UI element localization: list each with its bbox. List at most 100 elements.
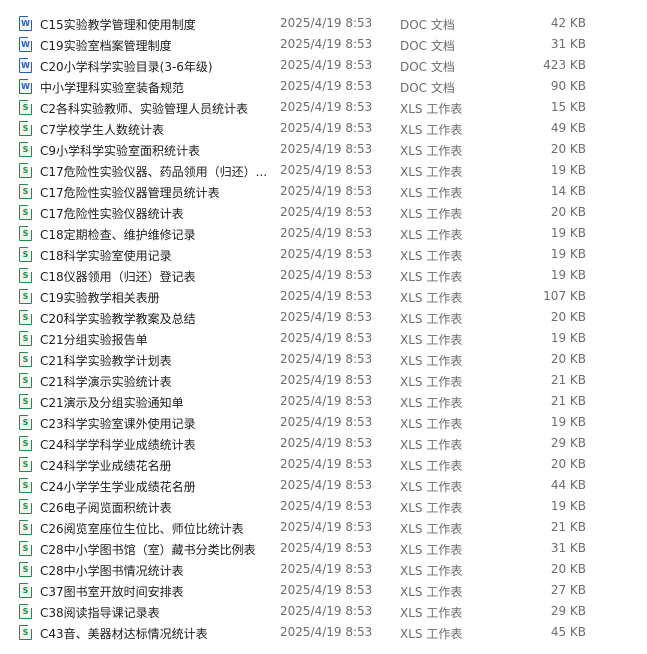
excel-sheet-icon: S: [19, 478, 32, 493]
file-row[interactable]: W C20小学科学实验目录(3-6年级) 2025/4/19 8:53 DOC 文档 4…: [0, 55, 647, 76]
file-name: C18定期检查、维护维修记录: [40, 228, 196, 242]
file-size: 21 KB: [550, 394, 586, 408]
excel-sheet-icon: S: [19, 310, 32, 325]
excel-sheet-icon: S: [19, 331, 32, 346]
file-row[interactable]: S C38阅读指导课记录表 2025/4/19 8:53 XLS 工作表 29 KB: [0, 601, 647, 622]
file-row[interactable]: W C19实验室档案管理制度 2025/4/19 8:53 DOC 文档 31 KB: [0, 34, 647, 55]
file-modified-date: 2025/4/19 8:53: [280, 604, 373, 618]
file-size: 14 KB: [550, 184, 586, 198]
file-name: C20小学科学实验目录(3-6年级): [40, 60, 213, 74]
excel-sheet-icon: S: [19, 205, 32, 220]
file-type: XLS 工作表: [400, 564, 463, 578]
file-name: C17危险性实验仪器统计表: [40, 207, 184, 221]
file-type: XLS 工作表: [400, 207, 463, 221]
file-size: 20 KB: [550, 352, 586, 366]
file-row[interactable]: S C24科学学科学业成绩统计表 2025/4/19 8:53 XLS 工作表 29 K…: [0, 433, 647, 454]
file-row[interactable]: S C21演示及分组实验通知单 2025/4/19 8:53 XLS 工作表 21 KB: [0, 391, 647, 412]
file-size: 20 KB: [550, 205, 586, 219]
file-row[interactable]: S C17危险性实验仪器管理员统计表 2025/4/19 8:53 XLS 工作表 14…: [0, 181, 647, 202]
file-size: 21 KB: [550, 520, 586, 534]
file-type: XLS 工作表: [400, 102, 463, 116]
file-modified-date: 2025/4/19 8:53: [280, 268, 373, 282]
file-size: 49 KB: [550, 121, 586, 135]
file-modified-date: 2025/4/19 8:53: [280, 142, 373, 156]
word-doc-icon: W: [19, 37, 32, 52]
file-modified-date: 2025/4/19 8:53: [280, 520, 373, 534]
file-name: C26阅览室座位生位比、师位比统计表: [40, 522, 244, 536]
file-row[interactable]: S C24小学学生学业成绩花名册 2025/4/19 8:53 XLS 工作表 44 K…: [0, 475, 647, 496]
file-type: XLS 工作表: [400, 123, 463, 137]
file-name: C28中小学图书情况统计表: [40, 564, 184, 578]
file-size: 44 KB: [550, 478, 586, 492]
file-name: C9小学科学实验室面积统计表: [40, 144, 201, 158]
file-row[interactable]: S C24科学学业成绩花名册 2025/4/19 8:53 XLS 工作表 20 KB: [0, 454, 647, 475]
file-name: C43音、美器材达标情况统计表: [40, 627, 208, 641]
file-modified-date: 2025/4/19 8:53: [280, 37, 373, 51]
word-doc-icon: W: [19, 79, 32, 94]
excel-sheet-icon: S: [19, 394, 32, 409]
file-type: XLS 工作表: [400, 333, 463, 347]
file-type: XLS 工作表: [400, 144, 463, 158]
file-row[interactable]: S C20科学实验教学教案及总结 2025/4/19 8:53 XLS 工作表 20 K…: [0, 307, 647, 328]
file-row[interactable]: S C18科学实验室使用记录 2025/4/19 8:53 XLS 工作表 19 KB: [0, 244, 647, 265]
excel-sheet-icon: S: [19, 457, 32, 472]
excel-sheet-icon: S: [19, 625, 32, 640]
file-row[interactable]: S C18定期检查、维护维修记录 2025/4/19 8:53 XLS 工作表 19 K…: [0, 223, 647, 244]
excel-sheet-icon: S: [19, 562, 32, 577]
file-row[interactable]: S C43音、美器材达标情况统计表 2025/4/19 8:53 XLS 工作表 45 …: [0, 622, 647, 643]
file-type: XLS 工作表: [400, 627, 463, 641]
file-modified-date: 2025/4/19 8:53: [280, 289, 373, 303]
file-row[interactable]: S C18仪器领用（归还）登记表 2025/4/19 8:53 XLS 工作表 19 K…: [0, 265, 647, 286]
word-doc-icon: W: [19, 58, 32, 73]
file-row[interactable]: S C17危险性实验仪器统计表 2025/4/19 8:53 XLS 工作表 20 KB: [0, 202, 647, 223]
file-row[interactable]: W C15实验教学管理和使用制度 2025/4/19 8:53 DOC 文档 42 KB: [0, 13, 647, 34]
excel-sheet-icon: S: [19, 226, 32, 241]
file-row[interactable]: S C7学校学生人数统计表 2025/4/19 8:53 XLS 工作表 49 KB: [0, 118, 647, 139]
file-name: C19实验教学相关表册: [40, 291, 160, 305]
file-size: 19 KB: [550, 226, 586, 240]
file-type: XLS 工作表: [400, 375, 463, 389]
file-name: C17危险性实验仪器、药品领用（归还）...: [40, 165, 268, 179]
file-name: C20科学实验教学教案及总结: [40, 312, 196, 326]
excel-sheet-icon: S: [19, 541, 32, 556]
excel-sheet-icon: S: [19, 499, 32, 514]
excel-sheet-icon: S: [19, 415, 32, 430]
file-size: 45 KB: [550, 625, 586, 639]
file-row[interactable]: S C26电子阅览面积统计表 2025/4/19 8:53 XLS 工作表 19 KB: [0, 496, 647, 517]
file-size: 29 KB: [550, 604, 586, 618]
file-name: C21演示及分组实验通知单: [40, 396, 184, 410]
file-row[interactable]: S C9小学科学实验室面积统计表 2025/4/19 8:53 XLS 工作表 20 K…: [0, 139, 647, 160]
file-row[interactable]: S C21分组实验报告单 2025/4/19 8:53 XLS 工作表 19 KB: [0, 328, 647, 349]
file-row[interactable]: S C28中小学图书馆（室）藏书分类比例表 2025/4/19 8:53 XLS 工作…: [0, 538, 647, 559]
file-row[interactable]: W 中小学理科实验室装备规范 2025/4/19 8:53 DOC 文档 90 KB: [0, 76, 647, 97]
file-name: C2各科实验教师、实验管理人员统计表: [40, 102, 249, 116]
excel-sheet-icon: S: [19, 247, 32, 262]
file-list: W C15实验教学管理和使用制度 2025/4/19 8:53 DOC 文档 42 KB…: [0, 0, 647, 654]
excel-sheet-icon: S: [19, 121, 32, 136]
file-row[interactable]: S C26阅览室座位生位比、师位比统计表 2025/4/19 8:53 XLS 工作表…: [0, 517, 647, 538]
file-row[interactable]: S C21科学演示实验统计表 2025/4/19 8:53 XLS 工作表 21 KB: [0, 370, 647, 391]
file-name: C37图书室开放时间安排表: [40, 585, 184, 599]
file-size: 107 KB: [543, 289, 586, 303]
file-row[interactable]: S C23科学实验室课外使用记录 2025/4/19 8:53 XLS 工作表 19 K…: [0, 412, 647, 433]
file-type: XLS 工作表: [400, 459, 463, 473]
file-type: XLS 工作表: [400, 417, 463, 431]
file-row[interactable]: S C2各科实验教师、实验管理人员统计表 2025/4/19 8:53 XLS 工作表…: [0, 97, 647, 118]
file-size: 19 KB: [550, 247, 586, 261]
file-row[interactable]: S C28中小学图书情况统计表 2025/4/19 8:53 XLS 工作表 20 KB: [0, 559, 647, 580]
file-name: C21科学演示实验统计表: [40, 375, 172, 389]
file-row[interactable]: S C21科学实验教学计划表 2025/4/19 8:53 XLS 工作表 20 KB: [0, 349, 647, 370]
file-row[interactable]: S C19实验教学相关表册 2025/4/19 8:53 XLS 工作表 107 KB: [0, 286, 647, 307]
file-modified-date: 2025/4/19 8:53: [280, 226, 373, 240]
file-modified-date: 2025/4/19 8:53: [280, 58, 373, 72]
file-size: 20 KB: [550, 310, 586, 324]
file-size: 19 KB: [550, 331, 586, 345]
file-row[interactable]: S C17危险性实验仪器、药品领用（归还）... 2025/4/19 8:53 XLS…: [0, 160, 647, 181]
file-row[interactable]: S C37图书室开放时间安排表 2025/4/19 8:53 XLS 工作表 27 KB: [0, 580, 647, 601]
file-name: C24小学学生学业成绩花名册: [40, 480, 196, 494]
file-modified-date: 2025/4/19 8:53: [280, 352, 373, 366]
file-type: XLS 工作表: [400, 354, 463, 368]
file-type: XLS 工作表: [400, 543, 463, 557]
file-name: 中小学理科实验室装备规范: [40, 81, 185, 95]
file-size: 31 KB: [550, 541, 586, 555]
